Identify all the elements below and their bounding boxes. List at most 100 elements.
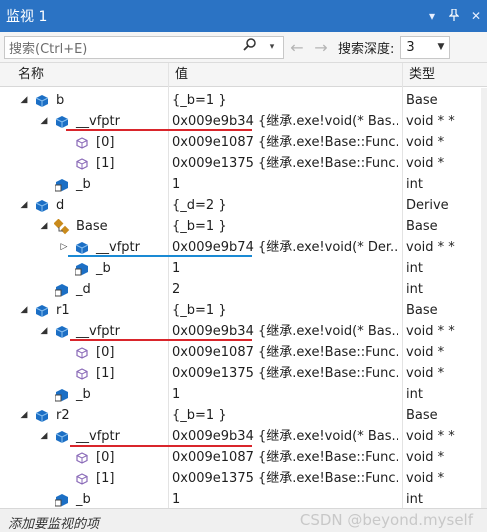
row-value[interactable]: {_b=1 } [172, 300, 398, 321]
search-depth-select[interactable]: 3 ▼ [400, 35, 451, 59]
pointer-cube-icon [74, 366, 90, 382]
table-row[interactable]: [0] 0x009e1087 {继承.exe!Base::Func... voi… [0, 132, 487, 153]
table-row[interactable]: ◢ __vfptr 0x009e9b34 {继承.exe!void(* Bas.… [0, 426, 487, 447]
search-input[interactable]: 搜索(Ctrl+E) ▾ [4, 35, 284, 59]
collapse-icon[interactable]: ◢ [38, 321, 50, 342]
table-row[interactable]: _d 2 int [0, 279, 487, 300]
row-name: _b [96, 261, 111, 276]
table-row[interactable]: [0] 0x009e1087 {继承.exe!Base::Func... voi… [0, 447, 487, 468]
column-value[interactable]: 值 [168, 63, 403, 87]
search-options-chevron-icon[interactable]: ▾ [261, 42, 283, 52]
row-value[interactable]: 0x009e1375 {继承.exe!Base::Func... [172, 363, 398, 384]
table-row[interactable]: ◢ b {_b=1 } Base [0, 90, 487, 111]
row-name: r2 [56, 408, 70, 423]
object-icon [34, 198, 50, 214]
table-row[interactable]: ◢ d {_d=2 } Derive [0, 195, 487, 216]
object-icon [54, 324, 70, 340]
close-icon[interactable]: ✕ [465, 9, 487, 23]
row-value[interactable]: {_b=1 } [172, 216, 398, 237]
row-name: _b [76, 177, 91, 192]
search-forward-icon[interactable]: → [310, 38, 332, 57]
object-icon [34, 303, 50, 319]
column-type[interactable]: 类型 [402, 63, 487, 87]
search-icon[interactable] [239, 38, 261, 56]
table-row[interactable]: ◢ r2 {_b=1 } Base [0, 405, 487, 426]
row-type: Derive [406, 198, 449, 213]
row-value[interactable]: 0x009e1375 {继承.exe!Base::Func... [172, 468, 398, 489]
collapse-icon[interactable]: ◢ [18, 195, 30, 216]
table-row[interactable]: [0] 0x009e1087 {继承.exe!Base::Func... voi… [0, 342, 487, 363]
row-value[interactable]: {_b=1 } [172, 405, 398, 426]
row-name: [1] [96, 156, 115, 171]
table-row[interactable]: [1] 0x009e1375 {继承.exe!Base::Func... voi… [0, 153, 487, 174]
search-depth-value: 3 [406, 39, 415, 55]
red-underline-annotation [66, 129, 252, 131]
row-name: _b [76, 387, 91, 402]
row-type: void * [406, 345, 445, 360]
row-value[interactable]: 0x009e1375 {继承.exe!Base::Func... [172, 153, 398, 174]
row-name: [0] [96, 450, 115, 465]
row-value[interactable]: 0x009e1087 {继承.exe!Base::Func... [172, 342, 398, 363]
add-watch-item[interactable]: 添加要监视的项 [8, 513, 99, 532]
table-row[interactable]: _b 1 int [0, 384, 487, 405]
row-value[interactable]: 0x009e1087 {继承.exe!Base::Func... [172, 132, 398, 153]
collapse-icon[interactable]: ◢ [18, 300, 30, 321]
row-value[interactable]: 2 [172, 279, 398, 300]
field-lock-icon [54, 387, 70, 403]
row-type: int [406, 261, 423, 276]
row-type: void * * [406, 429, 455, 444]
row-value[interactable]: {_d=2 } [172, 195, 398, 216]
row-name: [1] [96, 366, 115, 381]
row-value[interactable]: 1 [172, 384, 398, 405]
blue-underline-annotation [68, 255, 252, 257]
field-lock-icon [54, 282, 70, 298]
row-name: [0] [96, 135, 115, 150]
table-row[interactable]: ◢ Base {_b=1 } Base [0, 216, 487, 237]
table-row[interactable]: _b 1 int [0, 489, 487, 508]
red-underline-annotation [70, 339, 252, 341]
row-name: r1 [56, 303, 70, 318]
search-depth-label: 搜索深度: [338, 41, 395, 57]
row-type: void * * [406, 240, 455, 255]
pointer-cube-icon [74, 450, 90, 466]
table-row[interactable]: ◢ r1 {_b=1 } Base [0, 300, 487, 321]
row-type: int [406, 177, 423, 192]
collapse-icon[interactable]: ◢ [38, 426, 50, 447]
row-type: int [406, 492, 423, 507]
collapse-icon[interactable]: ◢ [38, 111, 50, 132]
collapse-icon[interactable]: ◢ [18, 405, 30, 426]
row-value[interactable]: 1 [172, 258, 398, 279]
vertical-scrollbar[interactable] [481, 88, 487, 508]
collapse-icon[interactable]: ◢ [38, 216, 50, 237]
object-icon [74, 240, 90, 256]
row-name: __vfptr [76, 429, 120, 444]
row-name: d [56, 198, 65, 213]
table-row[interactable]: _b 1 int [0, 258, 487, 279]
chevron-down-icon: ▼ [437, 42, 445, 52]
column-header: 名称 值 类型 [0, 63, 487, 87]
row-value[interactable]: {_b=1 } [172, 90, 398, 111]
pin-icon[interactable] [443, 7, 465, 24]
row-name: [0] [96, 345, 115, 360]
base-class-icon [54, 218, 70, 235]
search-back-icon[interactable]: ← [286, 38, 308, 57]
table-row[interactable]: [1] 0x009e1375 {继承.exe!Base::Func... voi… [0, 468, 487, 489]
table-row[interactable]: _b 1 int [0, 174, 487, 195]
row-value[interactable]: 0x009e9b34 {继承.exe!void(* Bas... [172, 426, 398, 447]
table-row[interactable]: [1] 0x009e1375 {继承.exe!Base::Func... voi… [0, 363, 487, 384]
window-titlebar: 监视 1 ▾ ✕ [0, 0, 487, 32]
row-name: _d [76, 282, 91, 297]
pointer-cube-icon [74, 345, 90, 361]
dropdown-icon[interactable]: ▾ [421, 9, 443, 23]
row-type: void * [406, 366, 445, 381]
column-name[interactable]: 名称 [0, 63, 170, 87]
collapse-icon[interactable]: ◢ [18, 90, 30, 111]
row-value[interactable]: 1 [172, 174, 398, 195]
row-value[interactable]: 1 [172, 489, 398, 508]
row-value[interactable]: 0x009e1087 {继承.exe!Base::Func... [172, 447, 398, 468]
pointer-cube-icon [74, 471, 90, 487]
row-type: Base [406, 219, 438, 234]
field-lock-icon [74, 261, 90, 277]
watch-grid: ◢ b {_b=1 } Base ◢ __vfptr 0x009e9b34 {继… [0, 88, 487, 508]
row-name: [1] [96, 471, 115, 486]
